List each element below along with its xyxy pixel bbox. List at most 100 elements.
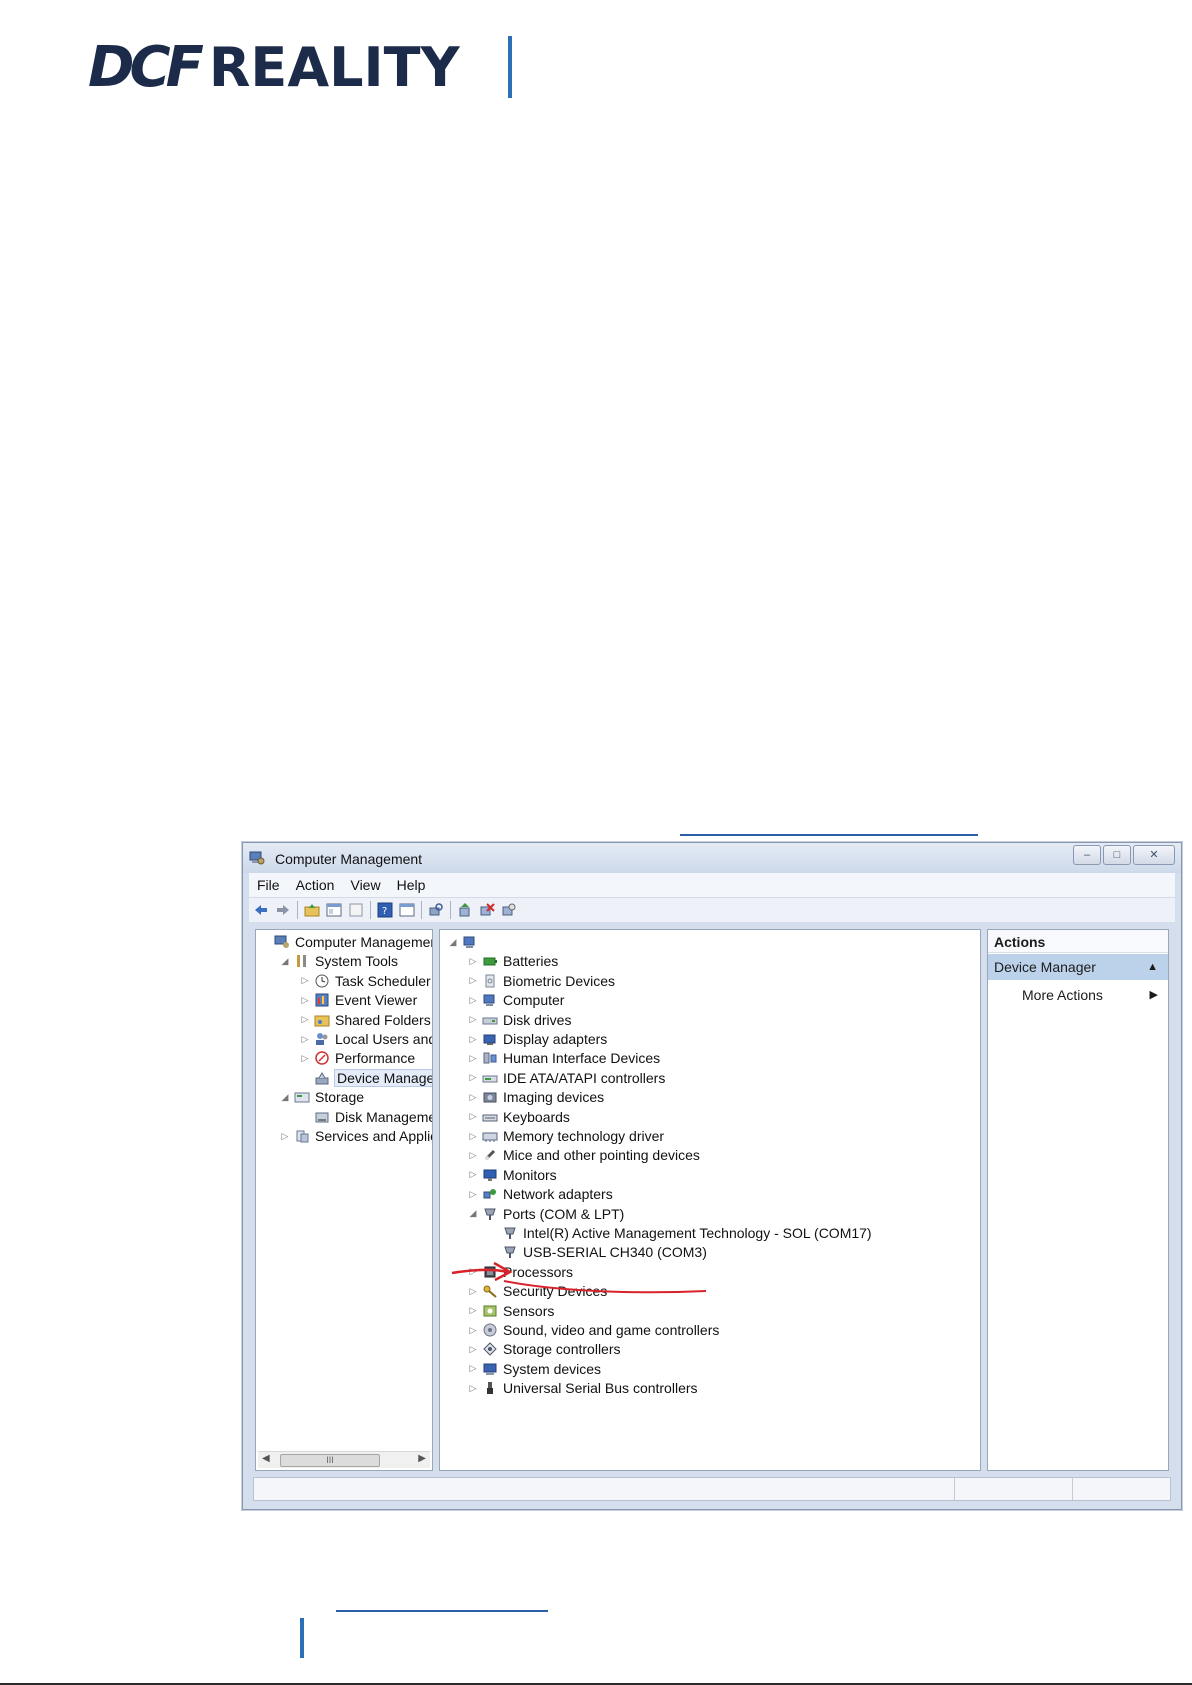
collapse-triangle-icon[interactable]: ◢ xyxy=(448,937,458,948)
expand-triangle-icon[interactable]: ▷ xyxy=(300,1014,310,1025)
device-tree-row[interactable]: ▷ Memory technology driver xyxy=(468,1126,665,1146)
menu-view[interactable]: View xyxy=(348,877,382,893)
nav-tree-row[interactable]: ◢ System Tools xyxy=(280,951,398,971)
device-tree-row[interactable]: ▷ Security Devices xyxy=(468,1281,608,1301)
nav-tree-row[interactable]: ▷ Services and Applicat xyxy=(280,1126,432,1146)
expand-triangle-icon[interactable]: ▷ xyxy=(468,1053,478,1064)
more-actions-item[interactable]: More Actions ▶ xyxy=(1022,984,1168,1006)
properties-icon[interactable] xyxy=(348,902,364,918)
expand-triangle-icon[interactable]: ▷ xyxy=(468,1305,478,1316)
device-tree-row[interactable]: ▷ IDE ATA/ATAPI controllers xyxy=(468,1068,666,1088)
device-tree-row[interactable]: ▷ Biometric Devices xyxy=(468,971,616,991)
expand-triangle-icon[interactable]: ▷ xyxy=(468,1266,478,1277)
expand-triangle-icon[interactable]: ▷ xyxy=(468,1072,478,1083)
expand-triangle-icon[interactable]: ▷ xyxy=(468,1189,478,1200)
menu-file[interactable]: File xyxy=(255,877,282,893)
expand-triangle-icon[interactable]: ▷ xyxy=(468,1034,478,1045)
status-bar xyxy=(253,1477,1171,1501)
collapse-caret-icon[interactable]: ▲ xyxy=(1147,954,1158,980)
up-folder-icon[interactable] xyxy=(304,902,320,918)
expand-triangle-icon[interactable]: ▷ xyxy=(300,995,310,1006)
actions-device-manager[interactable]: Device Manager ▲ xyxy=(988,954,1168,980)
scroll-thumb[interactable]: III xyxy=(280,1454,380,1467)
nav-tree-row[interactable]: ▷ Local Users and G xyxy=(300,1029,432,1049)
forward-arrow-icon[interactable] xyxy=(275,902,291,918)
device-tree-row[interactable]: ▷ Keyboards xyxy=(468,1107,570,1127)
nav-tree-row[interactable]: Computer Management xyxy=(260,932,432,952)
device-tree-row[interactable]: ▷ Sensors xyxy=(468,1301,555,1321)
expand-triangle-icon[interactable]: ▷ xyxy=(300,1053,310,1064)
expand-triangle-icon[interactable]: ▷ xyxy=(468,1325,478,1336)
expand-triangle-icon[interactable]: ▷ xyxy=(468,1150,478,1161)
close-button[interactable]: ✕ xyxy=(1133,845,1175,865)
nav-tree-row[interactable]: Disk Management xyxy=(300,1107,432,1127)
help-icon[interactable]: ? xyxy=(377,902,393,918)
device-tree-label: Human Interface Devices xyxy=(503,1050,661,1067)
minimize-button[interactable]: – xyxy=(1073,845,1101,865)
horizontal-scrollbar[interactable]: ◀ III ▶ xyxy=(258,1451,430,1468)
device-tree-row[interactable]: ▷ Computer xyxy=(468,990,565,1010)
nav-tree-row[interactable]: ▷ Shared Folders xyxy=(300,1010,431,1030)
collapse-triangle-icon[interactable]: ◢ xyxy=(280,1092,290,1103)
nav-tree-row[interactable]: ▷ Performance xyxy=(300,1048,416,1068)
view-icon[interactable] xyxy=(399,902,415,918)
collapse-triangle-icon[interactable]: ◢ xyxy=(468,1208,478,1219)
users-icon xyxy=(316,1033,328,1045)
title-bar[interactable]: Computer Management – □ ✕ xyxy=(243,843,1181,873)
device-tree-row[interactable]: ◢ Ports (COM & LPT) xyxy=(468,1204,625,1224)
nav-tree-row[interactable]: ◢ Storage xyxy=(280,1087,365,1107)
expand-triangle-icon[interactable]: ▷ xyxy=(468,1131,478,1142)
nav-tree-row[interactable]: ▷ Task Scheduler xyxy=(300,971,431,991)
scroll-left-arrow-icon[interactable]: ◀ xyxy=(262,1453,270,1464)
nav-tree-row[interactable]: Device Manager xyxy=(300,1068,432,1088)
show-hide-tree-icon[interactable] xyxy=(326,902,342,918)
device-tree-row[interactable]: ▷ Mice and other pointing devices xyxy=(468,1145,700,1165)
security-icon xyxy=(483,1285,497,1298)
uninstall-device-icon[interactable] xyxy=(479,902,495,918)
device-tree-row[interactable]: USB-SERIAL CH340 (COM3) xyxy=(488,1242,707,1262)
device-tree-row[interactable]: ▷ Storage controllers xyxy=(468,1339,621,1359)
expand-triangle-icon[interactable]: ▷ xyxy=(300,975,310,986)
expand-triangle-icon[interactable]: ▷ xyxy=(468,995,478,1006)
device-tree-row[interactable]: ▷ Batteries xyxy=(468,951,559,971)
device-tree-row[interactable]: ▷ System devices xyxy=(468,1359,602,1379)
menu-help[interactable]: Help xyxy=(395,877,428,893)
expand-triangle-icon[interactable]: ▷ xyxy=(300,1034,310,1045)
device-tree-row[interactable]: ▷ Sound, video and game controllers xyxy=(468,1320,720,1340)
maximize-button[interactable]: □ xyxy=(1103,845,1131,865)
device-tree-row[interactable]: ◢ xyxy=(448,932,483,952)
scan-hardware-icon[interactable] xyxy=(428,902,444,918)
back-arrow-icon[interactable] xyxy=(253,902,269,918)
device-tree-row[interactable]: ▷ Display adapters xyxy=(468,1029,608,1049)
device-tree-row[interactable]: ▷ Monitors xyxy=(468,1165,557,1185)
device-tree-row[interactable]: ▷ Processors xyxy=(468,1262,574,1282)
disable-device-icon[interactable] xyxy=(501,902,517,918)
battery-icon xyxy=(483,957,497,966)
device-tree-row[interactable]: Intel(R) Active Management Technology - … xyxy=(488,1223,872,1243)
expand-triangle-icon[interactable]: ▷ xyxy=(468,1169,478,1180)
device-tree-row[interactable]: ▷ Universal Serial Bus controllers xyxy=(468,1378,698,1398)
nav-tree-row[interactable]: ▷ Event Viewer xyxy=(300,990,418,1010)
expand-triangle-icon[interactable]: ▷ xyxy=(468,1363,478,1374)
expand-triangle-icon[interactable]: ▷ xyxy=(280,1131,290,1142)
device-tree-row[interactable]: ▷ Human Interface Devices xyxy=(468,1048,661,1068)
expand-triangle-icon[interactable]: ▷ xyxy=(468,1383,478,1394)
collapse-triangle-icon[interactable]: ◢ xyxy=(280,956,290,967)
device-tree-row[interactable]: ▷ Imaging devices xyxy=(468,1087,605,1107)
expand-triangle-icon[interactable]: ▷ xyxy=(468,1344,478,1355)
scroll-right-arrow-icon[interactable]: ▶ xyxy=(418,1453,426,1464)
device-tree-row[interactable]: ▷ Disk drives xyxy=(468,1010,572,1030)
logo: DCF REALITY xyxy=(88,40,460,96)
update-driver-icon[interactable] xyxy=(457,902,473,918)
expand-triangle-icon[interactable]: ▷ xyxy=(468,975,478,986)
expand-triangle-icon[interactable]: ▷ xyxy=(468,1014,478,1025)
menu-action[interactable]: Action xyxy=(294,877,337,893)
expand-triangle-icon[interactable]: ▷ xyxy=(468,1111,478,1122)
expand-triangle-icon[interactable]: ▷ xyxy=(468,1286,478,1297)
device-tree-label: USB-SERIAL CH340 (COM3) xyxy=(523,1244,707,1261)
network-icon xyxy=(483,1189,496,1199)
expand-triangle-icon[interactable]: ▷ xyxy=(468,1092,478,1103)
usb-icon xyxy=(487,1382,493,1395)
device-tree-row[interactable]: ▷ Network adapters xyxy=(468,1184,613,1204)
expand-triangle-icon[interactable]: ▷ xyxy=(468,956,478,967)
